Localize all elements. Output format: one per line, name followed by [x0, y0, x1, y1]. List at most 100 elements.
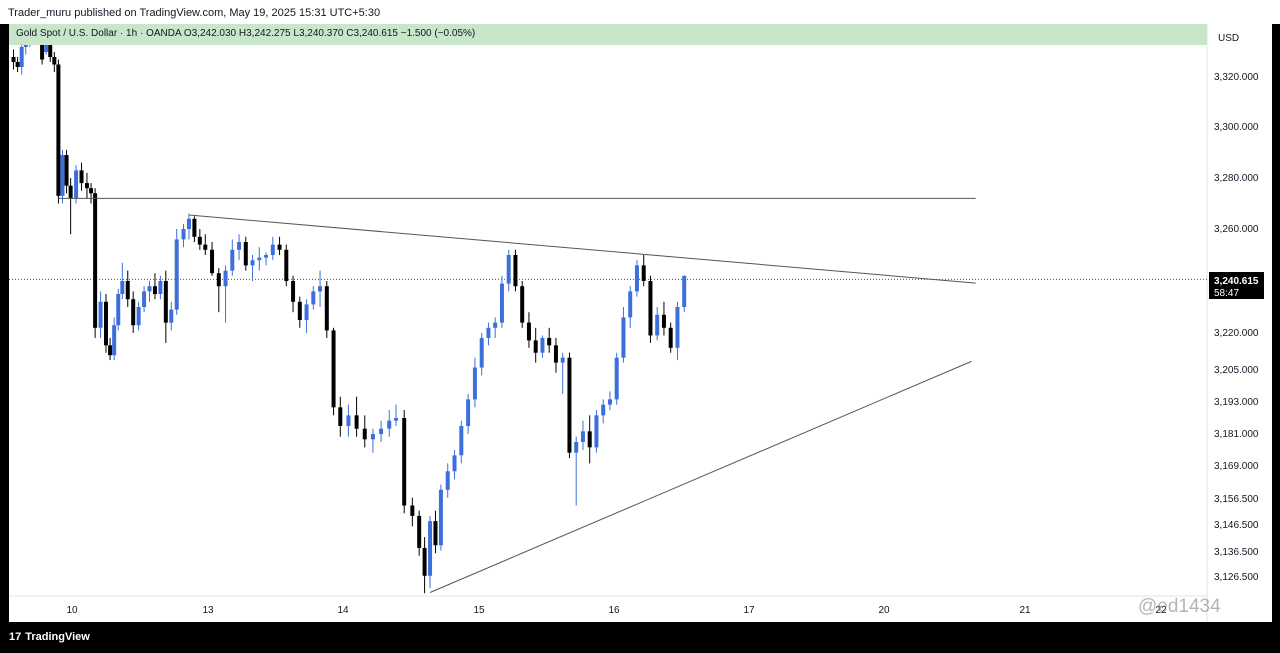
candle	[197, 229, 202, 250]
candle-body	[270, 244, 275, 255]
symbol-legend[interactable]: Gold Spot / U.S. Dollar · 1h · OANDA O3,…	[9, 24, 1207, 45]
candle-body	[112, 325, 117, 356]
candle-body	[479, 337, 484, 368]
candle	[277, 236, 282, 255]
candle	[174, 229, 179, 315]
candle-body	[147, 286, 152, 292]
candle-body	[19, 47, 24, 67]
time-tick-label: 17	[743, 605, 755, 616]
candle	[607, 391, 612, 410]
candle	[661, 301, 666, 336]
candle-body	[158, 281, 163, 294]
candle-body	[560, 357, 565, 363]
candle-body	[169, 309, 174, 323]
candle	[547, 327, 552, 353]
candle-body	[641, 265, 646, 281]
candle	[318, 270, 323, 307]
tradingview-logo-icon: 17	[9, 631, 22, 643]
candle-body	[216, 273, 221, 287]
candle-body	[324, 286, 329, 331]
candle	[466, 394, 471, 434]
price-scale-labels: 3,320.000 3,300.000 3,280.000 3,260.000 3,22…	[1214, 72, 1259, 583]
price-tick-label: 3,126.500	[1214, 572, 1259, 583]
candle-body	[428, 521, 433, 576]
candle-body	[466, 399, 471, 426]
candle-body	[304, 304, 309, 320]
candlestick-chart[interactable]: 3,320.000 3,300.000 3,280.000 3,260.000 3,22…	[9, 24, 1272, 622]
candle	[104, 294, 108, 353]
candles-group	[11, 24, 687, 594]
time-tick-label: 16	[608, 605, 620, 616]
candle	[68, 178, 73, 235]
candle	[230, 239, 235, 276]
candle-body	[98, 301, 103, 328]
candle	[136, 301, 141, 331]
tradingview-brand[interactable]: 17 TradingView	[9, 631, 90, 643]
time-scale-labels: 10 13 14 15 16 17 20 21 22	[66, 605, 1167, 616]
candle-body	[15, 62, 20, 67]
candle-body	[580, 431, 585, 442]
candle-body	[331, 330, 336, 408]
candle-body	[553, 345, 558, 363]
candle-body	[79, 170, 84, 184]
ascending-trendline[interactable]	[429, 360, 972, 593]
candle-body	[547, 337, 552, 346]
ohlc-open: O3,242.030	[183, 28, 237, 39]
candle	[284, 244, 289, 287]
price-tick-label: 3,220.000	[1214, 328, 1259, 339]
candle-body	[628, 291, 633, 318]
candle	[223, 265, 228, 323]
candle	[11, 49, 16, 70]
candle-body	[192, 218, 197, 237]
candle-body	[402, 418, 407, 506]
candle	[60, 149, 65, 204]
candle	[116, 288, 121, 331]
candle	[354, 396, 359, 437]
candle	[387, 410, 392, 437]
candle-body	[540, 337, 545, 353]
candle	[433, 510, 438, 554]
time-tick-label: 13	[202, 605, 214, 616]
candle	[533, 327, 538, 363]
candle	[52, 52, 57, 72]
candle-body	[136, 307, 141, 326]
candle	[79, 162, 84, 191]
candle-body	[668, 327, 673, 348]
candle	[587, 415, 592, 464]
candle-body	[152, 286, 157, 294]
time-tick-label: 14	[337, 605, 349, 616]
candle-body	[237, 242, 242, 250]
candle-body	[379, 428, 384, 434]
candle-body	[533, 340, 538, 353]
price-tick-label: 3,205.000	[1214, 365, 1259, 376]
candle-body	[60, 155, 65, 196]
price-tick-label: 3,260.000	[1214, 224, 1259, 235]
candle	[379, 420, 384, 442]
candle	[370, 428, 375, 453]
candle	[324, 281, 329, 338]
candle	[560, 352, 565, 394]
currency-label[interactable]: USD	[1218, 33, 1239, 44]
ohlc-low: L3,240.370	[293, 28, 344, 39]
candle	[445, 463, 450, 498]
chart-frame[interactable]: 3,320.000 3,300.000 3,280.000 3,260.000 3,22…	[9, 24, 1272, 622]
descending-trendline[interactable]	[188, 214, 976, 284]
candle	[84, 172, 89, 199]
candle-body	[499, 283, 504, 323]
candle-body	[163, 281, 168, 323]
candle-body	[506, 255, 511, 284]
candle	[479, 333, 484, 376]
candle	[402, 410, 407, 514]
candle-body	[594, 415, 599, 448]
candle	[553, 337, 558, 373]
candle-body	[264, 255, 269, 258]
candle-body	[607, 399, 612, 405]
candle	[493, 317, 498, 338]
candle	[346, 404, 351, 437]
candle-body	[682, 275, 687, 307]
candle-body	[601, 404, 606, 416]
candle	[250, 255, 255, 281]
candle-body	[587, 431, 592, 448]
candle	[243, 236, 248, 271]
candle	[112, 317, 117, 361]
